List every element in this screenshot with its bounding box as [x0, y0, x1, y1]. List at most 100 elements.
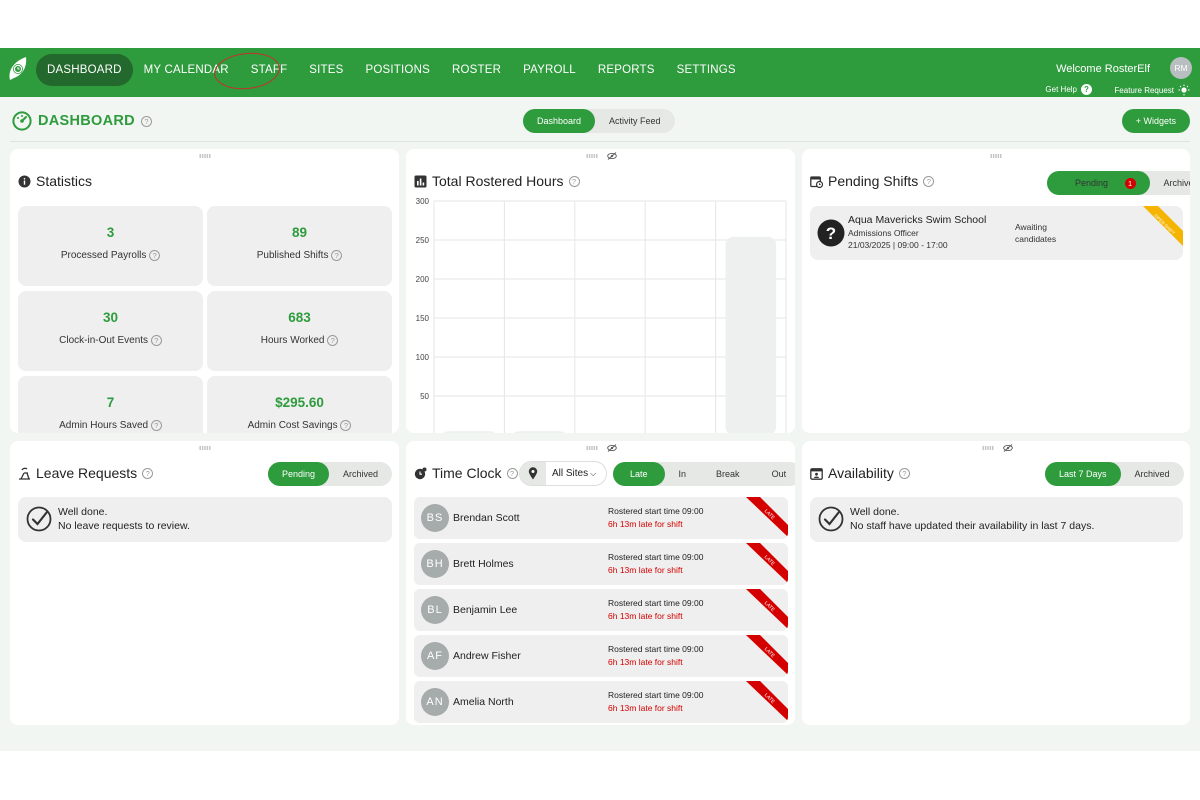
help-icon[interactable]: ?: [149, 250, 161, 261]
tab-late[interactable]: Late: [613, 462, 665, 486]
tab-activity-feed[interactable]: Activity Feed: [595, 109, 675, 133]
stat-label-text: Processed Payrolls: [60, 250, 147, 261]
check-circle-icon: [818, 506, 844, 532]
chart-bar[interactable]: [725, 236, 777, 433]
svg-text:?: ?: [826, 224, 836, 243]
pending-shift-item[interactable]: ? Aqua Mavericks Swim School Admissions …: [810, 206, 1183, 260]
late-ribbon: LATE: [746, 589, 788, 629]
stat-label: Admin Hours Saved ?: [18, 420, 203, 431]
late-duration: 6h 13m late for shift: [608, 657, 683, 667]
bar-chart-icon: [414, 175, 427, 187]
tab-dashboard[interactable]: Dashboard: [523, 109, 596, 133]
nav-settings[interactable]: SETTINGS: [666, 54, 747, 86]
help-icon[interactable]: ?: [327, 335, 339, 346]
help-icon[interactable]: ?: [898, 467, 910, 479]
availability-title: Availability ?: [810, 465, 910, 481]
chevron-down-icon: ⌵: [590, 468, 597, 478]
time-clock-row[interactable]: BL Benjamin Lee Rostered start time 09:00 6…: [414, 589, 788, 631]
tab-archived[interactable]: Archived: [329, 462, 392, 486]
dashboard-page: DASHBOARD ? Dashboard Activity Feed + Wi…: [0, 97, 1200, 751]
leave-requests-title: Leave Requests ?: [18, 465, 154, 481]
help-icon[interactable]: ?: [150, 335, 162, 346]
tab-pending[interactable]: Pending 1: [1047, 171, 1150, 195]
nav-dashboard[interactable]: DASHBOARD: [36, 54, 133, 86]
time-clock-row[interactable]: BH Brett Holmes Rostered start time 09:00 6…: [414, 543, 788, 585]
tab-archived[interactable]: Archived: [1150, 171, 1190, 195]
leave-requests-tabs: Pending Archived: [268, 462, 393, 486]
help-icon: ?: [1081, 84, 1092, 95]
late-duration: 6h 13m late for shift: [608, 703, 683, 713]
help-icon[interactable]: ?: [150, 420, 162, 431]
drag-handle-icon[interactable]: [586, 154, 598, 158]
hide-eye-icon[interactable]: [607, 152, 617, 160]
hide-eye-icon[interactable]: [1003, 444, 1013, 452]
nav-positions[interactable]: POSITIONS: [355, 54, 441, 86]
time-clock-title: Time Clock ?: [414, 465, 518, 481]
drag-handle-icon[interactable]: [199, 446, 211, 450]
stat-label: Clock-in-Out Events ?: [18, 335, 203, 346]
stat-label-text: Admin Hours Saved: [59, 420, 149, 431]
empty-state-text: No leave requests to review.: [58, 520, 190, 532]
late-ribbon: LATE: [746, 497, 788, 537]
add-widgets-button[interactable]: + Widgets: [1121, 109, 1190, 133]
help-icon[interactable]: ?: [331, 250, 343, 261]
y-tick-label: 200: [416, 275, 430, 284]
staff-name: Andrew Fisher: [453, 650, 521, 662]
chart-bar[interactable]: [514, 431, 565, 433]
page-title: DASHBOARD ?: [12, 111, 152, 131]
availability-card: Availability ? Last 7 Days Archived Well…: [802, 441, 1190, 725]
nav-payroll[interactable]: PAYROLL: [512, 54, 587, 86]
tab-break[interactable]: Break: [700, 462, 756, 486]
help-icon[interactable]: ?: [140, 115, 152, 127]
hide-eye-icon[interactable]: [607, 444, 617, 452]
get-help-link[interactable]: Get Help ?: [1045, 84, 1092, 95]
drag-handle-icon[interactable]: [586, 446, 598, 450]
drag-handle-icon[interactable]: [990, 154, 1002, 158]
tab-last-7-days[interactable]: Last 7 Days: [1045, 462, 1121, 486]
drag-handle-icon[interactable]: [982, 446, 994, 450]
stat-admin-cost-savings: $295.60 Admin Cost Savings ?: [207, 376, 392, 433]
y-tick-label: 150: [416, 314, 430, 323]
rosterelf-logo-icon[interactable]: [6, 54, 30, 84]
tab-in[interactable]: In: [665, 462, 701, 486]
nav-reports[interactable]: REPORTS: [587, 54, 666, 86]
pending-shifts-card: Pending Shifts ? Pending 1 Archived ? Aq…: [802, 149, 1190, 433]
user-avatar[interactable]: RM: [1170, 57, 1192, 79]
nav-sites[interactable]: SITES: [298, 54, 354, 86]
rostered-hours-title-text: Total Rostered Hours: [432, 173, 564, 189]
chart-bar[interactable]: [443, 431, 495, 433]
stat-clock-in-out-events: 30 Clock-in-Out Events ?: [18, 291, 203, 371]
staff-name: Brett Holmes: [453, 558, 514, 570]
help-icon[interactable]: ?: [506, 467, 518, 479]
calendar-user-icon: [810, 467, 823, 480]
site-filter-value: All Sites: [552, 468, 589, 479]
rostered-start-time: Rostered start time 09:00: [608, 690, 704, 700]
help-icon[interactable]: ?: [923, 175, 935, 187]
tab-out[interactable]: Out: [756, 462, 795, 486]
time-clock-row[interactable]: AF Andrew Fisher Rostered start time 09:00…: [414, 635, 788, 677]
leave-requests-empty-state: Well done. No leave requests to review.: [18, 497, 392, 542]
feature-request-link[interactable]: Feature Request: [1114, 84, 1190, 96]
staff-name: Brendan Scott: [453, 512, 520, 524]
time-clock-row[interactable]: AN Amelia North Rostered start time 09:00 6…: [414, 681, 788, 723]
y-tick-label: 100: [416, 353, 430, 362]
stat-label: Processed Payrolls ?: [18, 250, 203, 261]
drag-handle-icon[interactable]: [199, 154, 211, 158]
help-icon[interactable]: ?: [142, 467, 154, 479]
welcome-text: Welcome RosterElf: [1056, 63, 1150, 75]
pending-shift-status: Awaiting candidates: [1015, 221, 1056, 245]
tab-archived[interactable]: Archived: [1121, 462, 1184, 486]
help-icon[interactable]: ?: [568, 175, 580, 187]
tab-pending[interactable]: Pending: [268, 462, 330, 486]
nav-my-calendar[interactable]: MY CALENDAR: [133, 54, 240, 86]
pending-shifts-tabs: Pending 1 Archived: [1047, 171, 1190, 195]
help-icon[interactable]: ?: [340, 420, 352, 431]
nav-roster[interactable]: ROSTER: [441, 54, 512, 86]
site-filter-select[interactable]: All Sites ⌵: [519, 461, 607, 486]
nav-staff[interactable]: STAFF: [240, 54, 299, 86]
rostered-hours-card: Total Rostered Hours ? 300 250 200 150 100 50: [406, 149, 795, 433]
time-clock-card: Time Clock ? All Sites ⌵ Late In Break O…: [406, 441, 795, 725]
statistics-title-text: Statistics: [36, 173, 93, 189]
availability-tabs: Last 7 Days Archived: [1045, 462, 1184, 486]
time-clock-row[interactable]: BS Brendan Scott Rostered start time 09:00…: [414, 497, 788, 539]
